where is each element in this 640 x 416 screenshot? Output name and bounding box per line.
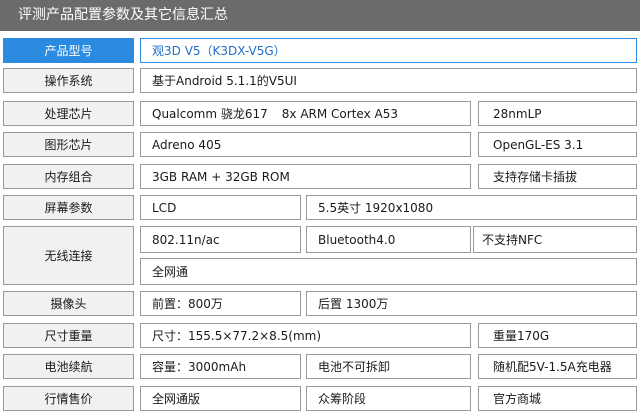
page-title: 评测产品配置参数及其它信息汇总 xyxy=(0,0,640,31)
value-cpu: Qualcomm 骁龙617 8x ARM Cortex A53 xyxy=(140,101,471,126)
label-gpu: 图形芯片 xyxy=(3,132,134,157)
value-screen-size: 5.5英寸 1920x1080 xyxy=(306,195,637,220)
spec-sheet: 评测产品配置参数及其它信息汇总 产品型号 观3D V5（K3DX-V5G） 操作… xyxy=(0,0,640,416)
label-screen: 屏幕参数 xyxy=(3,195,134,220)
value-memory-expansion: 支持存储卡插拔 xyxy=(478,164,637,189)
label-price: 行情售价 xyxy=(3,386,134,411)
value-gpu: Adreno 405 xyxy=(140,132,471,157)
value-camera-rear: 后置 1300万 xyxy=(306,291,637,316)
value-network: 全网通 xyxy=(140,258,637,285)
label-cpu: 处理芯片 xyxy=(3,101,134,126)
value-camera-front: 前置：800万 xyxy=(140,291,301,316)
value-screen-type: LCD xyxy=(140,195,301,220)
value-gpu-api: OpenGL-ES 3.1 xyxy=(478,132,637,157)
value-nfc: 不支持NFC xyxy=(473,226,637,253)
label-wireless: 无线连接 xyxy=(3,226,134,285)
label-camera: 摄像头 xyxy=(3,291,134,316)
value-weight: 重量170G xyxy=(478,323,637,348)
label-os: 操作系统 xyxy=(3,68,134,93)
value-price-version: 全网通版 xyxy=(140,386,301,411)
value-wifi: 802.11n/ac xyxy=(140,226,301,253)
value-battery-capacity: 容量：3000mAh xyxy=(140,354,301,379)
label-memory: 内存组合 xyxy=(3,164,134,189)
value-price-store: 官方商城 xyxy=(478,386,637,411)
cpu-chip: Qualcomm 骁龙617 xyxy=(152,107,268,121)
label-model: 产品型号 xyxy=(3,38,134,63)
value-price-channel: 众筹阶段 xyxy=(306,386,471,411)
value-cpu-process: 28nmLP xyxy=(478,101,637,126)
label-battery: 电池续航 xyxy=(3,354,134,379)
cpu-cores: 8x ARM Cortex A53 xyxy=(281,106,398,121)
value-memory: 3GB RAM + 32GB ROM xyxy=(140,164,471,189)
value-bluetooth: Bluetooth4.0 xyxy=(306,226,471,253)
value-charger: 随机配5V-1.5A充电器 xyxy=(478,354,637,379)
label-dimensions: 尺寸重量 xyxy=(3,323,134,348)
value-os: 基于Android 5.1.1的V5UI xyxy=(140,68,637,93)
value-battery-removable: 电池不可拆卸 xyxy=(306,354,471,379)
value-size: 尺寸：155.5×77.2×8.5(mm) xyxy=(140,323,471,348)
value-model: 观3D V5（K3DX-V5G） xyxy=(140,38,637,63)
